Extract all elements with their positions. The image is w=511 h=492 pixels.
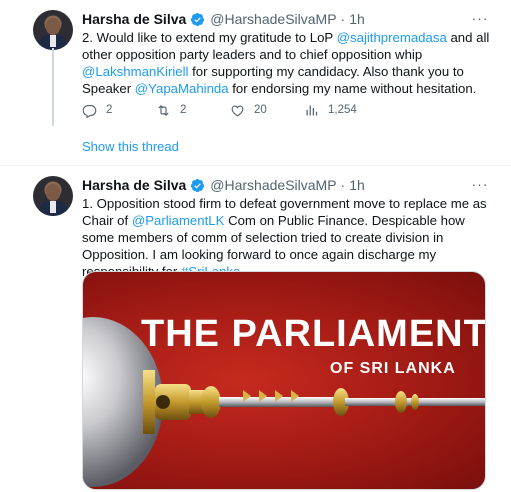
tweet-1[interactable]: Harsha de Silva @HarshadeSilvaMP · 1h ··… bbox=[0, 0, 511, 128]
show-thread-link[interactable]: Show this thread bbox=[82, 139, 179, 154]
like-count: 20 bbox=[254, 104, 267, 116]
tweet-actions: 2 2 20 1,254 bbox=[82, 101, 357, 119]
like-icon bbox=[231, 104, 244, 116]
tweet-header: Harsha de Silva @HarshadeSilvaMP · 1h bbox=[82, 176, 365, 194]
avatar[interactable] bbox=[33, 10, 73, 50]
reply-button[interactable]: 2 bbox=[82, 103, 156, 118]
media-title: THE PARLIAMENT bbox=[141, 313, 486, 355]
retweet-button[interactable]: 2 bbox=[156, 103, 230, 118]
tweet-text: 1. Opposition stood firm to defeat gover… bbox=[82, 195, 492, 280]
more-icon[interactable]: ··· bbox=[470, 174, 490, 194]
author-handle[interactable]: @HarshadeSilvaMP bbox=[210, 177, 336, 193]
mention-link[interactable]: @YapaMahinda bbox=[135, 81, 229, 96]
author-name[interactable]: Harsha de Silva bbox=[82, 177, 186, 193]
verified-badge-icon bbox=[191, 12, 205, 26]
thread-connector bbox=[52, 48, 54, 126]
more-icon[interactable]: ··· bbox=[470, 8, 490, 28]
like-button[interactable]: 20 bbox=[230, 103, 304, 118]
mention-link[interactable]: @sajithpremadasa bbox=[337, 30, 447, 45]
separator-dot: · bbox=[340, 177, 346, 193]
separator-dot: · bbox=[340, 11, 346, 27]
views-icon bbox=[306, 105, 318, 115]
views-button[interactable]: 1,254 bbox=[304, 103, 357, 118]
mention-link[interactable]: @ParliamentLK bbox=[132, 213, 225, 228]
author-name[interactable]: Harsha de Silva bbox=[82, 11, 186, 27]
tweet-2[interactable]: Harsha de Silva @HarshadeSilvaMP · 1h ··… bbox=[0, 166, 511, 492]
tweet-time[interactable]: 1h bbox=[349, 11, 365, 27]
text-segment: 2. Would like to extend my gratitude to … bbox=[82, 30, 337, 45]
views-count: 1,254 bbox=[328, 104, 357, 116]
retweet-count: 2 bbox=[180, 104, 187, 116]
reply-count: 2 bbox=[106, 104, 113, 116]
tweet-time[interactable]: 1h bbox=[349, 177, 365, 193]
verified-badge-icon bbox=[191, 178, 205, 192]
tweet-text: 2. Would like to extend my gratitude to … bbox=[82, 29, 492, 97]
author-handle[interactable]: @HarshadeSilvaMP bbox=[210, 11, 336, 27]
text-segment: for endorsing my name without hesitation… bbox=[228, 81, 477, 96]
tweet-media-image[interactable]: THE PARLIAMENT OF SRI LANKA bbox=[82, 271, 486, 490]
avatar[interactable] bbox=[33, 176, 73, 216]
mention-link[interactable]: @LakshmanKiriell bbox=[82, 64, 188, 79]
retweet-icon bbox=[158, 104, 169, 116]
mace-illustration bbox=[83, 317, 485, 487]
media-subtitle: OF SRI LANKA bbox=[330, 360, 456, 377]
reply-icon bbox=[82, 104, 97, 118]
tweet-header: Harsha de Silva @HarshadeSilvaMP · 1h bbox=[82, 10, 365, 28]
